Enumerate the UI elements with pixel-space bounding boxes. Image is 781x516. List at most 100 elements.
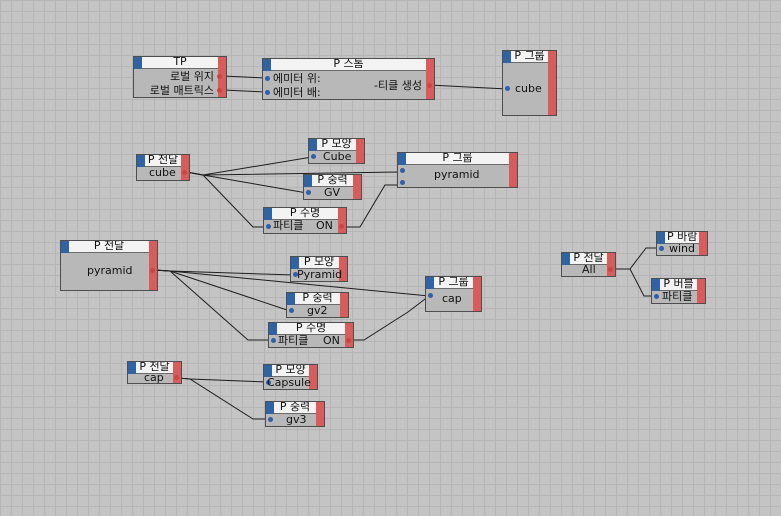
group-name: cube <box>515 83 542 95</box>
node-close-icon[interactable] <box>473 277 481 311</box>
shape-pyramid-node[interactable]: P 모양 Pyramid <box>290 256 348 282</box>
input-port[interactable] <box>306 190 311 195</box>
group-cap-node[interactable]: P 그룹 cap <box>425 276 482 312</box>
connection-wire[interactable] <box>222 75 267 79</box>
input-port[interactable] <box>659 246 664 251</box>
connection-wire[interactable] <box>428 84 508 90</box>
node-header[interactable]: P 수명 <box>269 323 353 335</box>
gravity-gv-node[interactable]: P 중력 GV <box>303 174 362 200</box>
node-header[interactable]: P 그룹 <box>398 153 517 165</box>
connection-wire[interactable] <box>185 171 402 176</box>
connection-wire[interactable] <box>177 377 269 420</box>
bubble-node[interactable]: P 버블 파티클 <box>651 278 706 304</box>
node-close-icon[interactable] <box>340 293 348 317</box>
group-name: pyramid <box>434 169 480 181</box>
input-port[interactable] <box>266 224 271 229</box>
output-port[interactable] <box>608 267 613 272</box>
pass-all-node[interactable]: P 전달 All <box>561 252 616 277</box>
input-port[interactable] <box>400 180 405 185</box>
connection-wire[interactable] <box>185 171 308 194</box>
output-port[interactable] <box>174 375 179 380</box>
output-port[interactable] <box>217 88 222 93</box>
node-close-icon[interactable] <box>316 402 324 426</box>
connection-wire[interactable] <box>185 156 313 176</box>
input-port[interactable] <box>400 168 405 173</box>
node-close-icon[interactable] <box>345 323 353 347</box>
pass-cap-node[interactable]: P 전달 cap <box>127 361 182 384</box>
node-header[interactable]: P 중력 <box>287 293 348 305</box>
node-title: P 그룹 <box>438 276 469 288</box>
output-port[interactable] <box>427 83 432 88</box>
connection-wire[interactable] <box>177 377 268 383</box>
input-port[interactable] <box>505 86 510 91</box>
node-title: P 중력 <box>279 401 311 413</box>
group-pyramid-node[interactable]: P 그룹 pyramid <box>397 152 518 188</box>
storm-node[interactable]: P 스톰 에미터 위: 에미터 배: -티클 생성 <box>262 58 435 100</box>
node-title: P 모양 <box>275 364 306 376</box>
bubble-value: 파티클 <box>662 291 693 303</box>
life-node-2[interactable]: P 수명 파티클 ON <box>268 322 354 348</box>
node-close-icon[interactable] <box>338 208 346 233</box>
port-label-global-matrix: 로벌 매트릭스 <box>149 85 214 97</box>
wind-node[interactable]: P 바람 wind <box>656 231 708 256</box>
node-title: P 그룹 <box>514 50 545 62</box>
node-close-icon[interactable] <box>426 59 434 99</box>
node-close-icon[interactable] <box>548 51 556 115</box>
gravity-gv2-node[interactable]: P 중력 gv2 <box>286 292 349 318</box>
wind-value: wind <box>669 243 696 255</box>
output-port[interactable] <box>346 338 351 343</box>
pass-pyramid-node[interactable]: P 전달 pyramid <box>60 240 158 291</box>
connection-wire[interactable] <box>612 247 660 270</box>
node-title: P 중력 <box>302 292 333 304</box>
node-close-icon[interactable] <box>697 279 705 303</box>
pass-value: cube <box>149 167 176 179</box>
input-port[interactable] <box>428 293 433 298</box>
connection-wire[interactable] <box>612 268 655 297</box>
input-port[interactable] <box>654 294 659 299</box>
input-port[interactable] <box>289 308 294 313</box>
output-port[interactable] <box>339 224 344 229</box>
input-port[interactable] <box>271 338 276 343</box>
node-close-icon[interactable] <box>699 232 707 255</box>
life-node-1[interactable]: P 수명 파티클 ON <box>263 207 347 234</box>
pass-value: All <box>582 264 596 276</box>
tp-node[interactable]: TP 로벌 위지 로벌 매트릭스 <box>133 56 227 98</box>
input-port[interactable] <box>268 417 273 422</box>
input-port[interactable] <box>265 90 270 95</box>
node-header[interactable]: P 스톰 <box>263 59 434 71</box>
shape-value: Pyramid <box>297 269 343 281</box>
shape-capsule-node[interactable]: P 모양 Capsule <box>263 364 318 390</box>
input-port[interactable] <box>265 76 270 81</box>
node-close-icon[interactable] <box>509 153 517 187</box>
node-close-icon[interactable] <box>356 139 364 163</box>
output-port[interactable] <box>150 268 155 273</box>
connection-wire[interactable] <box>348 295 430 341</box>
output-port[interactable] <box>182 170 187 175</box>
node-close-icon[interactable] <box>607 253 615 276</box>
node-header[interactable]: TP <box>134 57 226 69</box>
life-mode: 파티클 <box>278 335 309 347</box>
node-close-icon[interactable] <box>149 241 157 290</box>
connection-wire[interactable] <box>185 171 267 228</box>
connection-wire[interactable] <box>153 269 272 341</box>
pass-cube-node[interactable]: P 전달 cube <box>136 154 190 181</box>
node-header[interactable]: P 전달 <box>61 241 157 253</box>
group-cube-node[interactable]: P 그룹 cube <box>502 50 557 116</box>
node-close-icon[interactable] <box>181 155 189 180</box>
node-header[interactable]: P 수명 <box>264 208 346 220</box>
node-close-icon[interactable] <box>353 175 361 199</box>
connection-wire[interactable] <box>153 269 291 312</box>
gravity-gv3-node[interactable]: P 중력 gv3 <box>265 401 325 427</box>
group-name: cap <box>442 293 462 305</box>
shape-cube-node[interactable]: P 모양 Cube <box>308 138 365 164</box>
life-state: ON <box>323 335 340 347</box>
pass-value: cap <box>144 372 164 384</box>
input-port[interactable] <box>311 154 316 159</box>
shape-value: Capsule <box>267 377 311 389</box>
connection-wire[interactable] <box>153 269 295 276</box>
node-title: P 스톰 <box>333 58 364 70</box>
connection-wire[interactable] <box>222 89 267 93</box>
node-title: P 그룹 <box>442 152 473 164</box>
node-title: P 버블 <box>663 278 694 290</box>
output-port[interactable] <box>217 74 222 79</box>
